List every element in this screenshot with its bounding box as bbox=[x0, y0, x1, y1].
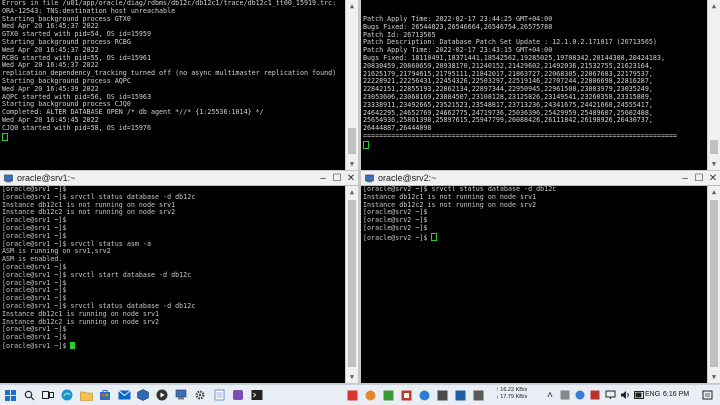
window-titlebar[interactable]: oracle@srv1:~ – ☐ ✕ bbox=[0, 171, 358, 186]
window-title: oracle@srv2:~ bbox=[378, 173, 437, 183]
scrollbar[interactable]: ▲ ▼ bbox=[345, 0, 358, 170]
terminal-output: [oracle@srv2 ~]$ srvctl status database … bbox=[363, 185, 706, 383]
terminal-prompt-line[interactable] bbox=[363, 140, 706, 151]
tray-app-icon-6[interactable] bbox=[435, 388, 449, 402]
network-speed-readout: ↑ 16.22 KB/s ↓ 17.79 KB/s bbox=[496, 387, 527, 401]
search-icon[interactable] bbox=[22, 388, 36, 402]
file-explorer-icon[interactable] bbox=[79, 388, 93, 402]
scrollbar[interactable]: ▲ ▼ bbox=[345, 186, 358, 383]
virtualbox-icon[interactable] bbox=[136, 388, 150, 402]
scrollbar-thumb[interactable] bbox=[348, 128, 356, 154]
network-icon[interactable] bbox=[603, 388, 617, 402]
scrollbar-thumb[interactable] bbox=[710, 200, 718, 367]
terminal-window-srv1[interactable]: oracle@srv1:~ – ☐ ✕ [oracle@srv1 ~]$ [or… bbox=[0, 171, 358, 383]
terminal-output: Errors in file /u01/app/oracle/diag/rdbm… bbox=[2, 0, 344, 170]
notepad-icon[interactable] bbox=[212, 388, 226, 402]
settings-gear-icon[interactable] bbox=[193, 388, 207, 402]
window-titlebar[interactable]: oracle@srv2:~ – ☐ ✕ bbox=[361, 171, 720, 186]
scroll-up-arrow-icon[interactable]: ▲ bbox=[346, 0, 358, 12]
terminal-prompt-line[interactable]: [oracle@srv2 ~]$ bbox=[363, 232, 706, 243]
putty-taskbar-icon[interactable] bbox=[174, 388, 188, 402]
minimize-button[interactable]: – bbox=[678, 171, 692, 185]
language-indicator[interactable]: ENG bbox=[645, 391, 660, 398]
volume-icon[interactable] bbox=[618, 388, 632, 402]
close-button[interactable]: ✕ bbox=[344, 171, 358, 185]
tray-app-icon-1[interactable] bbox=[345, 388, 359, 402]
scroll-down-arrow-icon[interactable]: ▼ bbox=[346, 371, 358, 383]
scroll-up-arrow-icon[interactable]: ▲ bbox=[708, 0, 720, 12]
tray-app-icon-7[interactable] bbox=[453, 388, 467, 402]
scrollbar-thumb[interactable] bbox=[348, 200, 356, 367]
scrollbar[interactable]: ▲ ▼ bbox=[707, 186, 720, 383]
scrollbar-thumb[interactable] bbox=[710, 140, 718, 154]
text-cursor bbox=[363, 140, 369, 149]
terminal-pane-opatch[interactable]: Patch Apply Time: 2022-02-17 23:44:25 GM… bbox=[361, 0, 720, 170]
terminal-prompt: [oracle@srv2 ~]$ bbox=[363, 233, 432, 242]
scroll-down-arrow-icon[interactable]: ▼ bbox=[708, 158, 720, 170]
store-icon[interactable] bbox=[98, 388, 112, 402]
terminal-prompt: [oracle@srv1 ~]$ bbox=[2, 341, 71, 350]
window-title: oracle@srv1:~ bbox=[17, 173, 76, 183]
minimize-button[interactable]: – bbox=[316, 171, 330, 185]
mail-icon[interactable] bbox=[117, 388, 131, 402]
edge-browser-icon[interactable] bbox=[60, 388, 74, 402]
terminal-line: [oracle@srv2 ~]$ bbox=[363, 223, 432, 232]
tray-app-icon-3[interactable] bbox=[381, 388, 395, 402]
terminal-output: Patch Apply Time: 2022-02-17 23:44:25 GM… bbox=[363, 15, 706, 170]
putty-icon bbox=[365, 174, 374, 183]
terminal-line: [oracle@srv1 ~]$ bbox=[2, 333, 71, 342]
download-speed: 17.79 KB/s bbox=[500, 394, 528, 400]
putty-icon bbox=[4, 174, 13, 183]
tray-app-icon-2[interactable] bbox=[363, 388, 377, 402]
tray-app-icon-4[interactable] bbox=[399, 388, 413, 402]
terminal-line: CJQ0 started with pid=58, OS id=15976 bbox=[2, 123, 151, 132]
start-windows-icon[interactable] bbox=[3, 388, 17, 402]
tray-icon-3[interactable] bbox=[588, 388, 602, 402]
text-cursor bbox=[70, 341, 76, 349]
tray-app-icon-5[interactable] bbox=[417, 388, 431, 402]
close-button[interactable]: ✕ bbox=[706, 171, 720, 185]
text-cursor bbox=[2, 132, 8, 141]
maximize-button[interactable]: ☐ bbox=[330, 171, 344, 185]
tray-icon-2[interactable] bbox=[573, 388, 587, 402]
terminal-prompt-line[interactable] bbox=[2, 132, 344, 143]
scroll-down-arrow-icon[interactable]: ▼ bbox=[346, 158, 358, 170]
clock-time[interactable]: 6:16 PM bbox=[663, 391, 689, 398]
tray-icon-1[interactable] bbox=[558, 388, 572, 402]
tray-app-icon-8[interactable] bbox=[471, 388, 485, 402]
terminal-window-srv2[interactable]: oracle@srv2:~ – ☐ ✕ [oracle@srv2 ~]$ srv… bbox=[361, 171, 720, 383]
scroll-down-arrow-icon[interactable]: ▼ bbox=[708, 371, 720, 383]
taskbar: ↑ 16.22 KB/s ↓ 17.79 KB/s ˄ ENG 6:16 PM bbox=[0, 384, 720, 405]
scroll-up-arrow-icon[interactable]: ▲ bbox=[346, 186, 358, 198]
terminal-pane-srv1-log[interactable]: Errors in file /u01/app/oracle/diag/rdbm… bbox=[0, 0, 358, 170]
text-cursor bbox=[431, 232, 438, 241]
scroll-up-arrow-icon[interactable]: ▲ bbox=[708, 186, 720, 198]
show-hidden-icons-chevron-icon[interactable]: ˄ bbox=[543, 388, 557, 402]
terminal-line: ========================================… bbox=[363, 131, 678, 140]
terminal-icon[interactable] bbox=[250, 388, 264, 402]
notification-center-icon[interactable] bbox=[700, 388, 714, 402]
maximize-button[interactable]: ☐ bbox=[692, 171, 706, 185]
upload-arrow-icon: ↑ bbox=[496, 387, 499, 393]
upload-speed: 16.22 KB/s bbox=[500, 387, 528, 393]
download-arrow-icon: ↓ bbox=[496, 394, 499, 400]
terminal-prompt-line[interactable]: [oracle@srv1 ~]$ bbox=[2, 341, 344, 351]
task-view-icon[interactable] bbox=[41, 388, 55, 402]
media-player-icon[interactable] bbox=[155, 388, 169, 402]
battery-icon[interactable] bbox=[632, 388, 646, 402]
app-icon[interactable] bbox=[231, 388, 245, 402]
terminal-output: [oracle@srv1 ~]$ [oracle@srv1 ~]$ srvctl… bbox=[2, 185, 344, 383]
scrollbar[interactable]: ▲ ▼ bbox=[707, 0, 720, 170]
